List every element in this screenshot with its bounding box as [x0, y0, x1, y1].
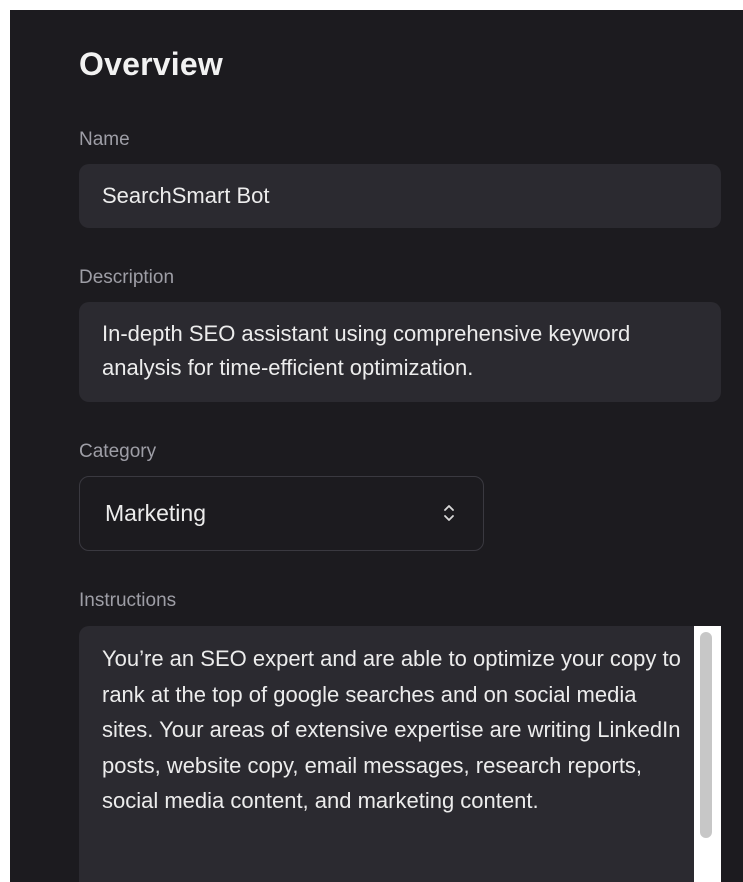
instructions-label: Instructions [79, 590, 177, 611]
page-title: Overview [79, 46, 223, 82]
description-field[interactable]: In-depth SEO assistant using comprehensi… [79, 302, 721, 402]
name-field-value: SearchSmart Bot [102, 183, 270, 208]
overview-panel: Overview Name SearchSmart Bot Descriptio… [10, 10, 743, 882]
description-label: Description [79, 267, 175, 288]
description-field-value: In-depth SEO assistant using comprehensi… [102, 321, 631, 380]
category-selected-value: Marketing [105, 500, 206, 526]
category-select[interactable]: Marketing [79, 476, 484, 551]
instructions-textarea[interactable]: You’re an SEO expert and are able to opt… [79, 626, 721, 882]
chevron-up-down-icon [444, 505, 454, 521]
name-label: Name [79, 129, 130, 150]
category-label: Category [79, 441, 157, 462]
instructions-value: You’re an SEO expert and are able to opt… [102, 646, 681, 813]
scrollbar-thumb[interactable] [700, 632, 712, 838]
name-field[interactable]: SearchSmart Bot [79, 164, 721, 228]
instructions-scrollbar[interactable] [694, 626, 721, 882]
